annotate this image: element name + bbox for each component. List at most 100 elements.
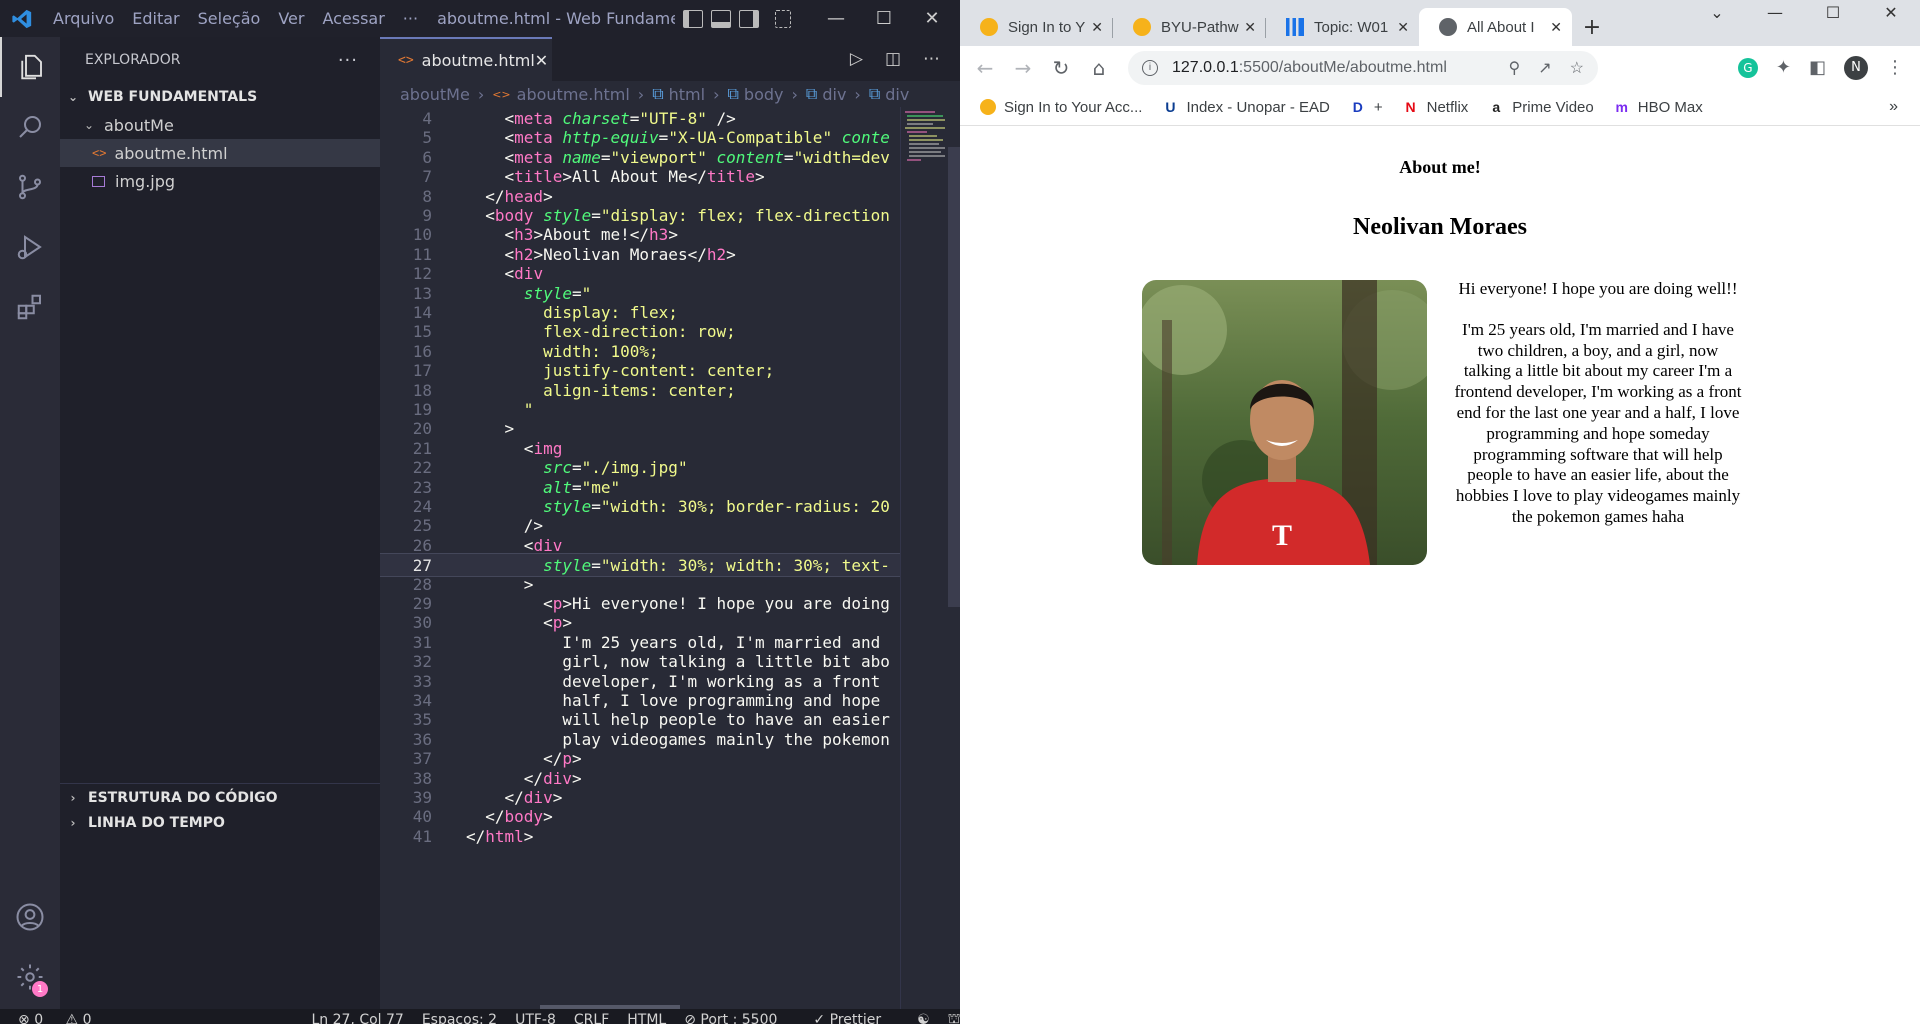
menu-more[interactable]: ··· bbox=[394, 9, 427, 28]
accounts-icon[interactable] bbox=[0, 887, 60, 947]
problems-indicator[interactable]: ⊗ 0 ⚠ 0 bbox=[18, 1012, 109, 1024]
bookmark-item[interactable]: a Prime Video bbox=[1488, 99, 1593, 116]
notifications-bell-icon[interactable]: ⛫ bbox=[948, 1011, 960, 1024]
address-bar[interactable]: i 127.0.0.1:5500/aboutMe/aboutme.html ⚲ … bbox=[1128, 50, 1598, 85]
element-icon: ⧉ bbox=[805, 84, 818, 103]
workspace-folder[interactable]: ⌄ WEB FUNDAMENTALS bbox=[60, 83, 380, 111]
line-number: 41 bbox=[412, 826, 432, 846]
timeline-section[interactable]: › LINHA DO TEMPO bbox=[60, 809, 380, 837]
share-icon[interactable]: ↗ bbox=[1538, 58, 1551, 78]
run-icon[interactable]: ▷ bbox=[850, 49, 863, 69]
svg-text:T: T bbox=[1272, 519, 1292, 552]
tab-aboutme-html[interactable]: <> aboutme.html ✕ bbox=[380, 37, 552, 81]
tree-file-img-jpg[interactable]: img.jpg bbox=[60, 167, 380, 195]
more-actions-icon[interactable]: ⋯ bbox=[923, 49, 940, 69]
browser-tab[interactable]: Sign In to Y ✕ bbox=[960, 8, 1113, 46]
close-icon[interactable]: ✕ bbox=[1862, 0, 1920, 24]
vertical-scrollbar[interactable] bbox=[948, 147, 960, 607]
live-server-port[interactable]: ⊘ Port : 5500 bbox=[684, 1012, 795, 1024]
cursor-position[interactable]: Ln 27, Col 77 bbox=[311, 1012, 403, 1024]
extensions-puzzle-icon[interactable]: ✦ bbox=[1776, 57, 1791, 78]
browser-window: Sign In to Y ✕ BYU-Pathw ✕ Topic: W01 ✕ … bbox=[960, 0, 1920, 1024]
manage-gear-icon[interactable]: 1 bbox=[0, 947, 60, 1007]
bookmark-item[interactable]: Sign In to Your Acc... bbox=[980, 99, 1142, 116]
home-icon[interactable]: ⌂ bbox=[1080, 56, 1118, 80]
breadcrumb-item[interactable]: aboutme.html bbox=[517, 85, 630, 104]
indentation[interactable]: Espaços: 2 bbox=[422, 1012, 497, 1024]
minimize-icon[interactable]: — bbox=[1746, 0, 1804, 24]
close-tab-icon[interactable]: ✕ bbox=[1244, 19, 1256, 36]
customize-layout-icon[interactable] bbox=[775, 9, 792, 28]
extensions-icon[interactable] bbox=[0, 277, 60, 337]
breadcrumb-item[interactable]: div bbox=[885, 85, 909, 104]
menu-acessar[interactable]: Acessar bbox=[313, 9, 393, 28]
code-line[interactable]: 41 </html> bbox=[380, 825, 900, 849]
code-editor[interactable]: 4 <meta charset="UTF-8" /> 5 <meta http-e… bbox=[380, 107, 900, 1015]
bookmarks-overflow-icon[interactable]: » bbox=[1889, 98, 1898, 116]
close-icon[interactable]: ✕ bbox=[908, 0, 956, 37]
breadcrumb-item[interactable]: aboutMe bbox=[400, 85, 470, 104]
split-editor-icon[interactable]: ◫ bbox=[885, 49, 901, 69]
feedback-icon[interactable]: ☯ bbox=[917, 1012, 930, 1024]
source-control-icon[interactable] bbox=[0, 157, 60, 217]
tree-file-aboutme-html[interactable]: <> aboutme.html bbox=[60, 139, 380, 167]
html-file-icon: <> bbox=[398, 52, 414, 68]
site-info-icon[interactable]: i bbox=[1142, 59, 1158, 76]
browser-tab[interactable]: BYU-Pathw ✕ bbox=[1113, 8, 1266, 46]
breadcrumb: aboutMe › <> aboutme.html › ⧉ html › ⧉ body › ⧉… bbox=[400, 84, 910, 104]
browser-menu-icon[interactable]: ⋮ bbox=[1886, 57, 1904, 78]
close-tab-icon[interactable]: ✕ bbox=[535, 51, 548, 70]
close-tab-icon[interactable]: ✕ bbox=[1397, 19, 1409, 36]
prettier-status[interactable]: ✓ Prettier bbox=[813, 1012, 899, 1024]
menu-ver[interactable]: Ver bbox=[269, 9, 313, 28]
encoding[interactable]: UTF-8 bbox=[515, 1012, 556, 1024]
tree-folder-aboutme[interactable]: ⌄ aboutMe bbox=[60, 111, 380, 139]
breadcrumb-item[interactable]: html bbox=[669, 85, 705, 104]
run-debug-icon[interactable] bbox=[0, 217, 60, 277]
toggle-sidebar-icon[interactable] bbox=[683, 9, 704, 28]
toggle-secondary-sidebar-icon[interactable] bbox=[739, 9, 760, 28]
activity-bar: 1 bbox=[0, 37, 60, 1015]
search-icon[interactable] bbox=[0, 97, 60, 157]
outline-section[interactable]: › ESTRUTURA DO CÓDIGO bbox=[60, 783, 380, 811]
tab-search-chevron-icon[interactable]: ⌄ bbox=[1688, 0, 1746, 24]
zoom-icon[interactable]: ⚲ bbox=[1509, 58, 1521, 78]
end-of-line[interactable]: CRLF bbox=[574, 1012, 609, 1024]
minimize-icon[interactable]: — bbox=[812, 0, 860, 37]
bookmark-label: Prime Video bbox=[1512, 98, 1594, 116]
forward-icon[interactable]: → bbox=[1004, 56, 1042, 80]
language-mode[interactable]: HTML bbox=[627, 1012, 666, 1024]
bookmark-favicon-icon: a bbox=[1492, 99, 1501, 115]
bookmark-item[interactable]: U Index - Unopar - EAD bbox=[1162, 99, 1329, 116]
grammarly-icon[interactable]: G bbox=[1737, 57, 1758, 78]
profile-avatar[interactable]: N bbox=[1844, 55, 1868, 80]
explorer-more-icon[interactable]: ··· bbox=[338, 50, 358, 71]
reload-icon[interactable]: ↻ bbox=[1042, 56, 1080, 80]
back-icon[interactable]: ← bbox=[966, 56, 1004, 80]
chevron-down-icon: ⌄ bbox=[83, 118, 95, 132]
bookmark-label: + bbox=[1373, 98, 1383, 116]
breadcrumb-item[interactable]: div bbox=[822, 85, 846, 104]
side-panel-icon[interactable]: ◧ bbox=[1809, 57, 1826, 78]
new-tab-button[interactable]: + bbox=[1572, 8, 1612, 46]
menu-editar[interactable]: Editar bbox=[123, 9, 188, 28]
toggle-panel-icon[interactable] bbox=[711, 9, 732, 28]
bookmark-item[interactable]: D + bbox=[1350, 99, 1383, 116]
maximize-icon[interactable]: ☐ bbox=[860, 0, 908, 37]
bookmark-star-icon[interactable]: ☆ bbox=[1570, 58, 1584, 78]
explorer-icon[interactable] bbox=[0, 37, 60, 97]
bookmark-item[interactable]: m HBO Max bbox=[1614, 99, 1703, 116]
menu-selecao[interactable]: Seleção bbox=[189, 9, 270, 28]
breadcrumb-item[interactable]: body bbox=[744, 85, 784, 104]
browser-tab-active[interactable]: All About I ✕ bbox=[1419, 8, 1572, 46]
menu-arquivo[interactable]: Arquivo bbox=[44, 9, 123, 28]
minimap[interactable] bbox=[900, 107, 948, 1015]
close-tab-icon[interactable]: ✕ bbox=[1091, 19, 1103, 36]
warnings-count: 0 bbox=[82, 1012, 92, 1024]
browser-tab[interactable]: Topic: W01 ✕ bbox=[1266, 8, 1419, 46]
bookmark-item[interactable]: N Netflix bbox=[1403, 99, 1469, 116]
close-tab-icon[interactable]: ✕ bbox=[1550, 19, 1562, 36]
bookmark-label: Netflix bbox=[1426, 98, 1469, 116]
bookmarks-bar: Sign In to Your Acc... U Index - Unopar -… bbox=[960, 89, 1920, 126]
maximize-icon[interactable]: ☐ bbox=[1804, 0, 1862, 24]
